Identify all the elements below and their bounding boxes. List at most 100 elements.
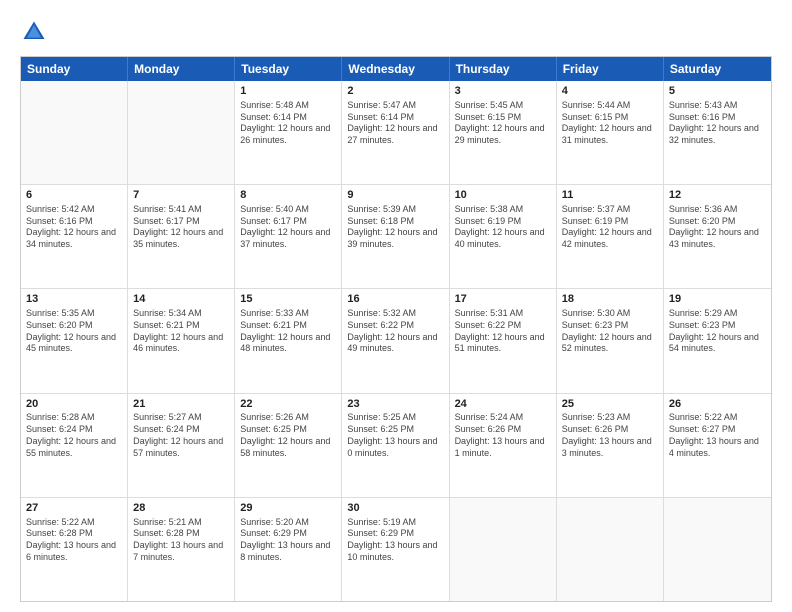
cal-cell-10: 10Sunrise: 5:38 AM Sunset: 6:19 PM Dayli… (450, 185, 557, 288)
day-info: Sunrise: 5:45 AM Sunset: 6:15 PM Dayligh… (455, 100, 551, 147)
day-number: 17 (455, 292, 551, 307)
day-number: 19 (669, 292, 766, 307)
cal-cell-empty-4-5 (557, 498, 664, 601)
cal-cell-19: 19Sunrise: 5:29 AM Sunset: 6:23 PM Dayli… (664, 289, 771, 392)
day-info: Sunrise: 5:39 AM Sunset: 6:18 PM Dayligh… (347, 204, 443, 251)
cal-cell-21: 21Sunrise: 5:27 AM Sunset: 6:24 PM Dayli… (128, 394, 235, 497)
day-info: Sunrise: 5:26 AM Sunset: 6:25 PM Dayligh… (240, 412, 336, 459)
cal-cell-27: 27Sunrise: 5:22 AM Sunset: 6:28 PM Dayli… (21, 498, 128, 601)
day-info: Sunrise: 5:19 AM Sunset: 6:29 PM Dayligh… (347, 517, 443, 564)
cal-cell-28: 28Sunrise: 5:21 AM Sunset: 6:28 PM Dayli… (128, 498, 235, 601)
cal-cell-23: 23Sunrise: 5:25 AM Sunset: 6:25 PM Dayli… (342, 394, 449, 497)
cal-cell-16: 16Sunrise: 5:32 AM Sunset: 6:22 PM Dayli… (342, 289, 449, 392)
day-info: Sunrise: 5:47 AM Sunset: 6:14 PM Dayligh… (347, 100, 443, 147)
cal-cell-7: 7Sunrise: 5:41 AM Sunset: 6:17 PM Daylig… (128, 185, 235, 288)
day-number: 29 (240, 501, 336, 516)
day-number: 5 (669, 84, 766, 99)
cal-cell-25: 25Sunrise: 5:23 AM Sunset: 6:26 PM Dayli… (557, 394, 664, 497)
day-info: Sunrise: 5:31 AM Sunset: 6:22 PM Dayligh… (455, 308, 551, 355)
logo (20, 18, 52, 46)
day-number: 21 (133, 397, 229, 412)
cal-cell-18: 18Sunrise: 5:30 AM Sunset: 6:23 PM Dayli… (557, 289, 664, 392)
day-number: 16 (347, 292, 443, 307)
cal-cell-29: 29Sunrise: 5:20 AM Sunset: 6:29 PM Dayli… (235, 498, 342, 601)
cal-cell-6: 6Sunrise: 5:42 AM Sunset: 6:16 PM Daylig… (21, 185, 128, 288)
day-info: Sunrise: 5:42 AM Sunset: 6:16 PM Dayligh… (26, 204, 122, 251)
day-number: 4 (562, 84, 658, 99)
day-number: 14 (133, 292, 229, 307)
day-number: 30 (347, 501, 443, 516)
cal-row-4: 27Sunrise: 5:22 AM Sunset: 6:28 PM Dayli… (21, 498, 771, 601)
day-info: Sunrise: 5:44 AM Sunset: 6:15 PM Dayligh… (562, 100, 658, 147)
day-info: Sunrise: 5:34 AM Sunset: 6:21 PM Dayligh… (133, 308, 229, 355)
cal-cell-empty-4-4 (450, 498, 557, 601)
day-info: Sunrise: 5:23 AM Sunset: 6:26 PM Dayligh… (562, 412, 658, 459)
day-info: Sunrise: 5:43 AM Sunset: 6:16 PM Dayligh… (669, 100, 766, 147)
calendar-body: 1Sunrise: 5:48 AM Sunset: 6:14 PM Daylig… (21, 81, 771, 601)
cal-row-3: 20Sunrise: 5:28 AM Sunset: 6:24 PM Dayli… (21, 394, 771, 498)
cal-cell-2: 2Sunrise: 5:47 AM Sunset: 6:14 PM Daylig… (342, 81, 449, 184)
day-info: Sunrise: 5:24 AM Sunset: 6:26 PM Dayligh… (455, 412, 551, 459)
header-day-thursday: Thursday (450, 57, 557, 81)
cal-cell-14: 14Sunrise: 5:34 AM Sunset: 6:21 PM Dayli… (128, 289, 235, 392)
day-number: 25 (562, 397, 658, 412)
cal-cell-30: 30Sunrise: 5:19 AM Sunset: 6:29 PM Dayli… (342, 498, 449, 601)
calendar-header: SundayMondayTuesdayWednesdayThursdayFrid… (21, 57, 771, 81)
cal-cell-9: 9Sunrise: 5:39 AM Sunset: 6:18 PM Daylig… (342, 185, 449, 288)
cal-cell-12: 12Sunrise: 5:36 AM Sunset: 6:20 PM Dayli… (664, 185, 771, 288)
cal-cell-13: 13Sunrise: 5:35 AM Sunset: 6:20 PM Dayli… (21, 289, 128, 392)
day-info: Sunrise: 5:36 AM Sunset: 6:20 PM Dayligh… (669, 204, 766, 251)
cal-row-1: 6Sunrise: 5:42 AM Sunset: 6:16 PM Daylig… (21, 185, 771, 289)
day-info: Sunrise: 5:40 AM Sunset: 6:17 PM Dayligh… (240, 204, 336, 251)
header-day-saturday: Saturday (664, 57, 771, 81)
header-day-tuesday: Tuesday (235, 57, 342, 81)
cal-cell-5: 5Sunrise: 5:43 AM Sunset: 6:16 PM Daylig… (664, 81, 771, 184)
cal-cell-empty-4-6 (664, 498, 771, 601)
day-number: 27 (26, 501, 122, 516)
header-day-sunday: Sunday (21, 57, 128, 81)
day-number: 8 (240, 188, 336, 203)
day-info: Sunrise: 5:35 AM Sunset: 6:20 PM Dayligh… (26, 308, 122, 355)
cal-row-0: 1Sunrise: 5:48 AM Sunset: 6:14 PM Daylig… (21, 81, 771, 185)
day-number: 22 (240, 397, 336, 412)
calendar: SundayMondayTuesdayWednesdayThursdayFrid… (20, 56, 772, 602)
day-number: 6 (26, 188, 122, 203)
cal-cell-22: 22Sunrise: 5:26 AM Sunset: 6:25 PM Dayli… (235, 394, 342, 497)
day-info: Sunrise: 5:20 AM Sunset: 6:29 PM Dayligh… (240, 517, 336, 564)
day-number: 1 (240, 84, 336, 99)
day-info: Sunrise: 5:37 AM Sunset: 6:19 PM Dayligh… (562, 204, 658, 251)
cal-cell-empty-0-1 (128, 81, 235, 184)
header-day-friday: Friday (557, 57, 664, 81)
cal-cell-11: 11Sunrise: 5:37 AM Sunset: 6:19 PM Dayli… (557, 185, 664, 288)
day-number: 13 (26, 292, 122, 307)
day-number: 11 (562, 188, 658, 203)
cal-cell-8: 8Sunrise: 5:40 AM Sunset: 6:17 PM Daylig… (235, 185, 342, 288)
cal-cell-4: 4Sunrise: 5:44 AM Sunset: 6:15 PM Daylig… (557, 81, 664, 184)
day-info: Sunrise: 5:25 AM Sunset: 6:25 PM Dayligh… (347, 412, 443, 459)
day-number: 7 (133, 188, 229, 203)
day-number: 18 (562, 292, 658, 307)
day-number: 15 (240, 292, 336, 307)
cal-cell-empty-0-0 (21, 81, 128, 184)
day-info: Sunrise: 5:30 AM Sunset: 6:23 PM Dayligh… (562, 308, 658, 355)
day-info: Sunrise: 5:33 AM Sunset: 6:21 PM Dayligh… (240, 308, 336, 355)
day-number: 12 (669, 188, 766, 203)
logo-icon (20, 18, 48, 46)
day-number: 9 (347, 188, 443, 203)
day-number: 3 (455, 84, 551, 99)
cal-cell-1: 1Sunrise: 5:48 AM Sunset: 6:14 PM Daylig… (235, 81, 342, 184)
day-number: 23 (347, 397, 443, 412)
cal-row-2: 13Sunrise: 5:35 AM Sunset: 6:20 PM Dayli… (21, 289, 771, 393)
cal-cell-20: 20Sunrise: 5:28 AM Sunset: 6:24 PM Dayli… (21, 394, 128, 497)
day-info: Sunrise: 5:32 AM Sunset: 6:22 PM Dayligh… (347, 308, 443, 355)
cal-cell-24: 24Sunrise: 5:24 AM Sunset: 6:26 PM Dayli… (450, 394, 557, 497)
day-info: Sunrise: 5:38 AM Sunset: 6:19 PM Dayligh… (455, 204, 551, 251)
day-number: 28 (133, 501, 229, 516)
day-info: Sunrise: 5:22 AM Sunset: 6:27 PM Dayligh… (669, 412, 766, 459)
cal-cell-15: 15Sunrise: 5:33 AM Sunset: 6:21 PM Dayli… (235, 289, 342, 392)
header-day-wednesday: Wednesday (342, 57, 449, 81)
cal-cell-17: 17Sunrise: 5:31 AM Sunset: 6:22 PM Dayli… (450, 289, 557, 392)
day-number: 10 (455, 188, 551, 203)
day-number: 20 (26, 397, 122, 412)
day-number: 2 (347, 84, 443, 99)
